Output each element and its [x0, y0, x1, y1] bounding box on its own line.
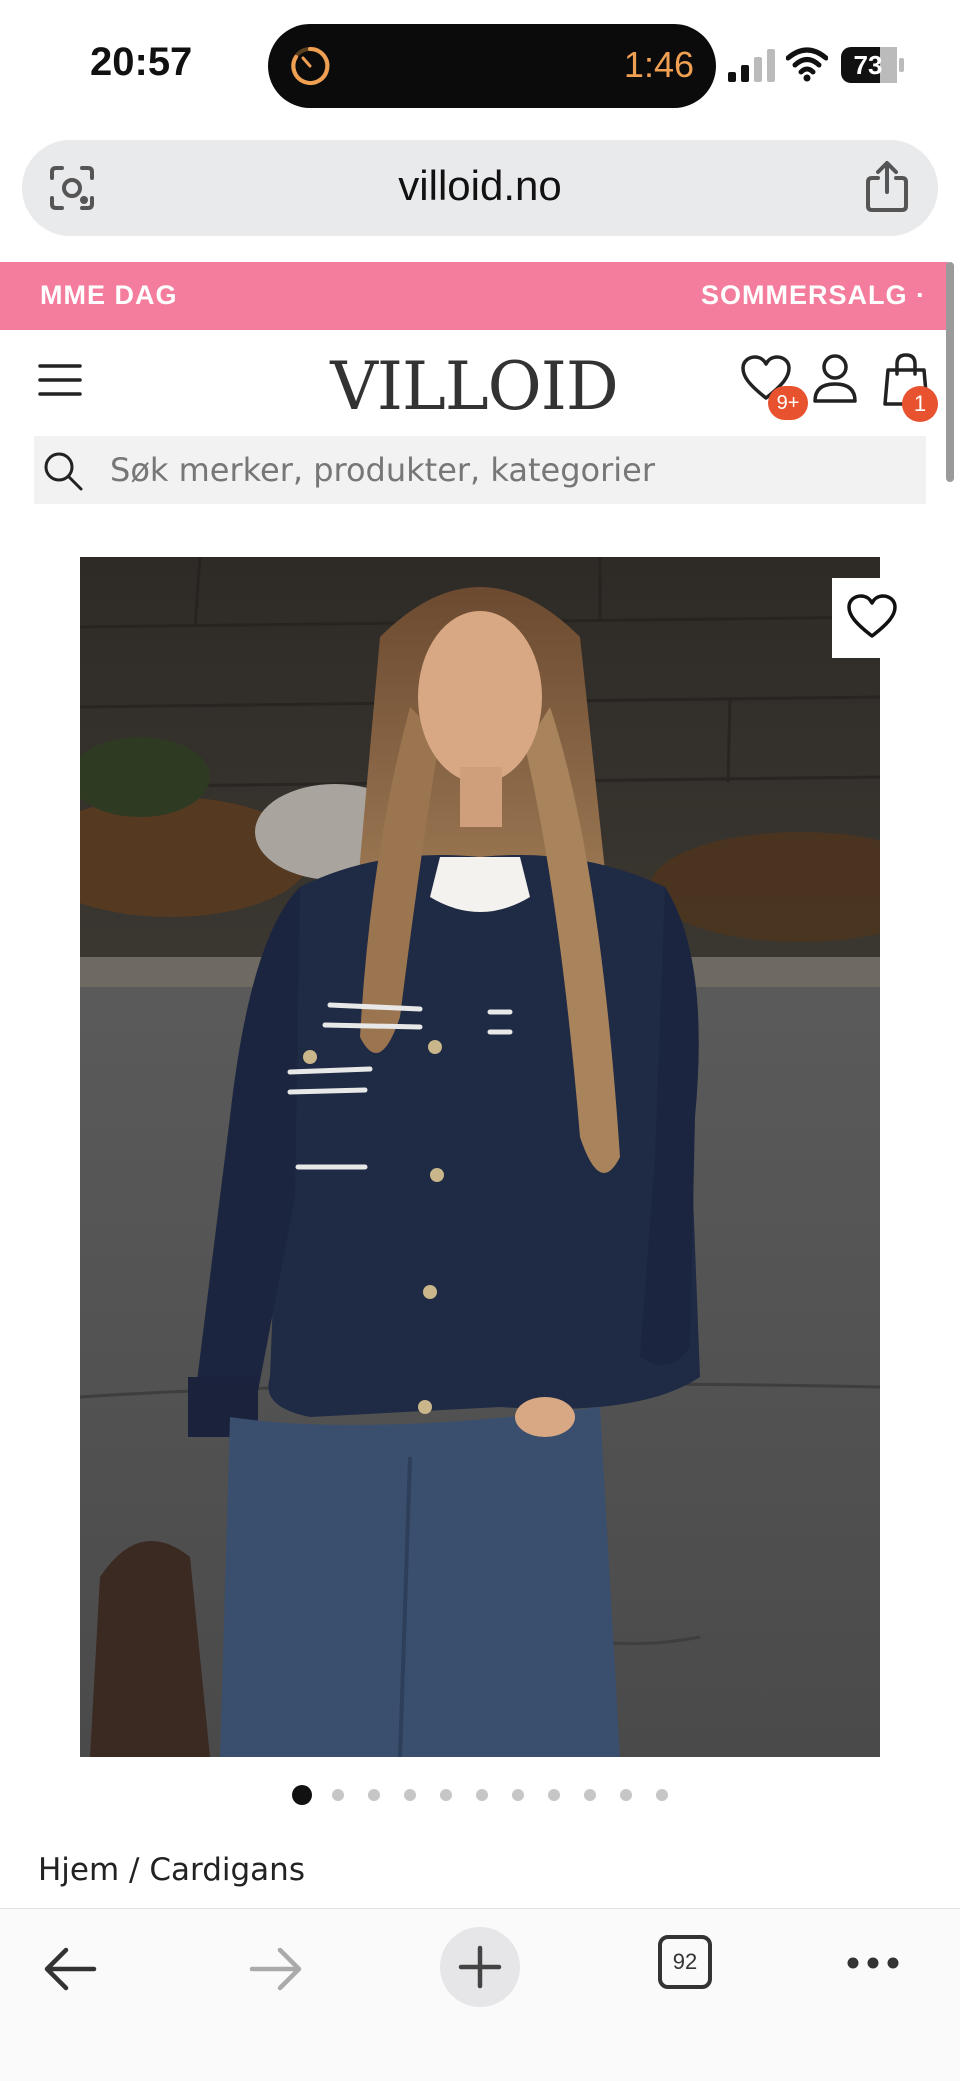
breadcrumb-home[interactable]: Hjem: [38, 1852, 119, 1888]
carousel-dot[interactable]: [584, 1789, 596, 1801]
timer-icon: [291, 46, 330, 85]
forward-arrow-icon[interactable]: [248, 1945, 304, 1993]
site-logo[interactable]: VILLOID: [0, 348, 948, 425]
timer-text: 1:46: [623, 44, 694, 85]
status-bar: 20:57 1:46 73: [0, 0, 960, 130]
search-input[interactable]: [110, 448, 910, 492]
plus-icon: [458, 1945, 502, 1989]
carousel-dot[interactable]: [440, 1789, 452, 1801]
share-icon[interactable]: [864, 160, 910, 212]
tabs-button[interactable]: 92: [658, 1935, 712, 1989]
carousel-dot[interactable]: [404, 1789, 416, 1801]
carousel-dot[interactable]: [292, 1785, 312, 1805]
product-image[interactable]: [80, 557, 880, 1757]
signal-icon: [728, 49, 775, 82]
dynamic-island[interactable]: 1:46: [268, 24, 716, 108]
wifi-icon: [786, 47, 828, 82]
product-photo: [80, 557, 880, 1757]
battery-level: 73: [853, 50, 883, 80]
promo-text-left: MME DAG: [40, 280, 178, 310]
heart-icon: [847, 594, 897, 638]
breadcrumb-category[interactable]: Cardigans: [149, 1852, 305, 1888]
carousel-dot[interactable]: [548, 1789, 560, 1801]
new-tab-button[interactable]: [440, 1927, 520, 2007]
cart-count-badge: 1: [902, 386, 938, 422]
tab-count: 92: [672, 1949, 698, 1974]
address-bar[interactable]: villoid.no: [22, 140, 938, 236]
carousel-dot[interactable]: [332, 1789, 344, 1801]
carousel-dot[interactable]: [656, 1789, 668, 1801]
battery-icon: 73: [840, 46, 906, 84]
carousel-dot[interactable]: [368, 1789, 380, 1801]
breadcrumb: Hjem / Cardigans: [38, 1852, 305, 1888]
account-icon[interactable]: [812, 352, 858, 404]
promo-text-right: SOMMERSALG ·: [701, 280, 926, 310]
carousel-dot[interactable]: [512, 1789, 524, 1801]
status-time: 20:57: [90, 40, 193, 84]
more-options-icon[interactable]: [846, 1955, 900, 1971]
product-wishlist-button[interactable]: [832, 578, 912, 658]
url-text[interactable]: villoid.no: [22, 162, 938, 210]
carousel-dot[interactable]: [620, 1789, 632, 1801]
browser-toolbar: 92: [0, 1908, 960, 2081]
search-bar[interactable]: [34, 436, 926, 504]
site-header: VILLOID 9+ 1: [0, 330, 948, 434]
wishlist-count-badge: 9+: [768, 386, 808, 420]
status-icons: 73: [728, 44, 908, 88]
carousel-dot[interactable]: [476, 1789, 488, 1801]
back-arrow-icon[interactable]: [42, 1945, 98, 1993]
promo-banner[interactable]: MME DAG SOMMERSALG ·: [0, 262, 948, 330]
search-icon[interactable]: [42, 450, 84, 492]
breadcrumb-separator: /: [119, 1852, 150, 1888]
carousel-dots: [0, 1784, 960, 1814]
